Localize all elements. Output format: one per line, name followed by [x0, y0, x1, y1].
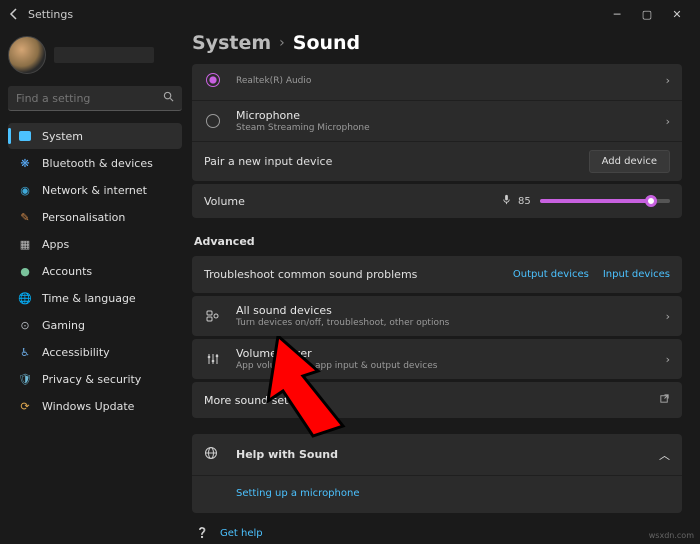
globe-icon: 🌐 — [18, 291, 32, 305]
apps-icon: ▦ — [18, 237, 32, 251]
troubleshoot-row: Troubleshoot common sound problems Outpu… — [192, 256, 682, 293]
minimize-button[interactable]: ─ — [602, 0, 632, 28]
volume-value: 85 — [518, 196, 532, 207]
bluetooth-icon: ❋ — [18, 156, 32, 170]
sidebar-item-network[interactable]: ◉Network & internet — [8, 177, 182, 203]
all-sound-devices-card[interactable]: All sound devices Turn devices on/off, t… — [192, 296, 682, 336]
help-setup-mic-link[interactable]: Setting up a microphone — [236, 488, 359, 499]
avatar — [8, 36, 46, 74]
more-sound-settings-card[interactable]: More sound settings — [192, 382, 682, 418]
chevron-right-icon: › — [666, 74, 670, 87]
update-icon: ⟳ — [18, 399, 32, 413]
volume-row: Volume 85 — [192, 184, 682, 218]
speaker-list-icon — [204, 309, 222, 323]
input-devices-link[interactable]: Input devices — [603, 269, 670, 280]
input-microphone-row[interactable]: Microphone Steam Streaming Microphone › — [192, 100, 682, 141]
search-field[interactable] — [16, 92, 163, 105]
breadcrumb: System › Sound — [192, 28, 682, 64]
maximize-button[interactable]: ▢ — [632, 0, 662, 28]
sidebar-item-update[interactable]: ⟳Windows Update — [8, 393, 182, 419]
volume-slider[interactable] — [540, 199, 670, 203]
output-devices-link[interactable]: Output devices — [513, 269, 589, 280]
input-realtek-row[interactable]: Realtek(R) Audio › — [192, 64, 682, 100]
system-icon — [18, 129, 32, 143]
window-controls: ─ ▢ ✕ — [602, 0, 692, 28]
sidebar-item-personalisation[interactable]: ✎Personalisation — [8, 204, 182, 230]
chevron-right-icon: › — [666, 353, 670, 366]
app-title: Settings — [28, 8, 73, 21]
sidebar-item-privacy[interactable]: 🛡Privacy & security — [8, 366, 182, 392]
chevron-up-icon: ︿ — [659, 447, 670, 463]
troubleshoot-card: Troubleshoot common sound problems Outpu… — [192, 256, 682, 293]
radio-icon[interactable] — [204, 114, 222, 128]
watermark: wsxdn.com — [649, 531, 694, 540]
sidebar-item-accessibility[interactable]: ♿Accessibility — [8, 339, 182, 365]
mixer-icon — [204, 352, 222, 366]
sidebar-item-system[interactable]: System — [8, 123, 182, 149]
chevron-right-icon: › — [666, 310, 670, 323]
user-name-redacted — [54, 47, 154, 63]
mic-icon[interactable] — [501, 194, 512, 208]
accessibility-icon: ♿ — [18, 345, 32, 359]
input-devices-card: Realtek(R) Audio › Microphone Steam Stre… — [192, 64, 682, 181]
help-icon: ❔ — [196, 528, 210, 539]
chevron-right-icon: › — [666, 115, 670, 128]
globe-help-icon — [204, 446, 222, 463]
paintbrush-icon: ✎ — [18, 210, 32, 224]
footer-links: ❔ Get help 💬 Give feedback — [192, 516, 682, 544]
volume-mixer-card[interactable]: Volume mixer App volume mix, app input &… — [192, 339, 682, 379]
help-card: Help with Sound ︿ Setting up a microphon… — [192, 434, 682, 513]
gamepad-icon: ⊙ — [18, 318, 32, 332]
shield-icon: 🛡 — [18, 372, 32, 386]
get-help-link[interactable]: ❔ Get help — [196, 528, 678, 539]
sidebar-item-apps[interactable]: ▦Apps — [8, 231, 182, 257]
search-icon — [163, 91, 174, 105]
pair-device-row: Pair a new input device Add device — [192, 141, 682, 181]
chevron-right-icon: › — [279, 35, 285, 51]
help-header[interactable]: Help with Sound ︿ — [192, 434, 682, 475]
titlebar: Settings ─ ▢ ✕ — [0, 0, 700, 28]
sidebar-item-gaming[interactable]: ⊙Gaming — [8, 312, 182, 338]
advanced-heading: Advanced — [192, 221, 682, 256]
external-link-icon — [659, 393, 670, 407]
help-link-row: Setting up a microphone — [192, 475, 682, 513]
sidebar: System ❋Bluetooth & devices ◉Network & i… — [0, 28, 190, 544]
search-input[interactable] — [8, 86, 182, 111]
back-icon[interactable] — [8, 8, 20, 20]
main-content: System › Sound Realtek(R) Audio › Microp… — [190, 28, 700, 544]
user-profile[interactable] — [8, 32, 182, 84]
wifi-icon: ◉ — [18, 183, 32, 197]
breadcrumb-parent[interactable]: System — [192, 32, 271, 54]
radio-icon[interactable] — [204, 73, 222, 87]
sidebar-item-bluetooth[interactable]: ❋Bluetooth & devices — [8, 150, 182, 176]
volume-card: Volume 85 — [192, 184, 682, 218]
page-title: Sound — [293, 32, 360, 54]
sidebar-item-accounts[interactable]: ●Accounts — [8, 258, 182, 284]
add-device-button[interactable]: Add device — [589, 150, 670, 173]
sidebar-item-time[interactable]: 🌐Time & language — [8, 285, 182, 311]
nav: System ❋Bluetooth & devices ◉Network & i… — [8, 123, 182, 419]
person-icon: ● — [18, 264, 32, 278]
close-button[interactable]: ✕ — [662, 0, 692, 28]
